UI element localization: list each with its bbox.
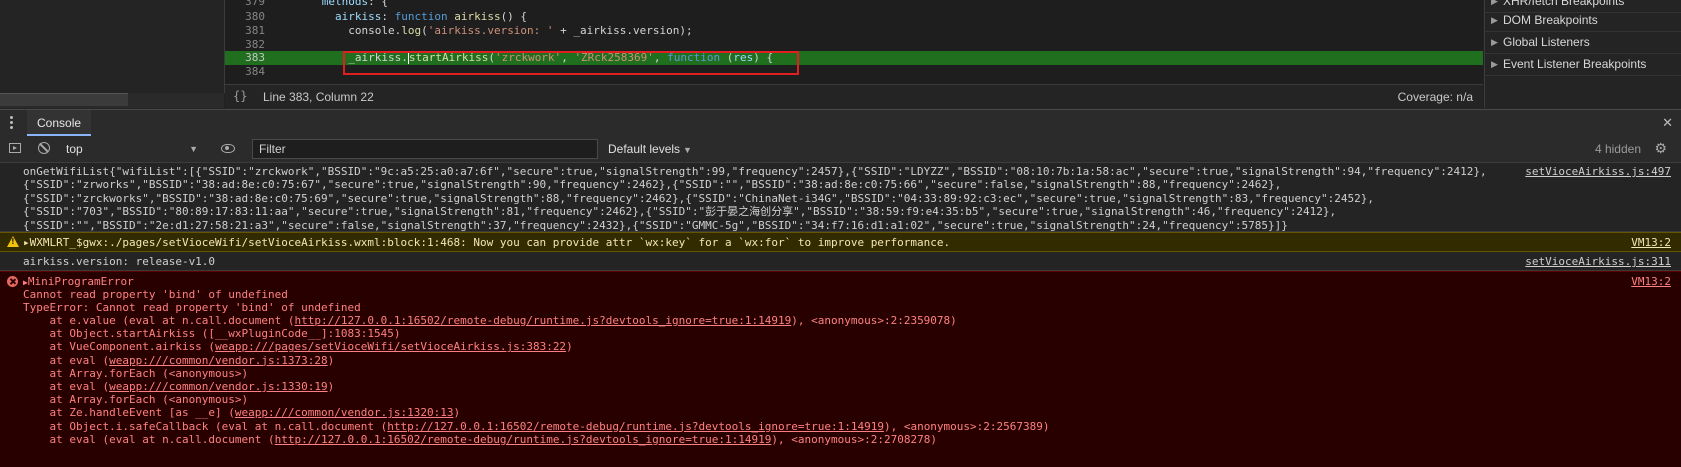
annotation-highlight-box <box>343 51 799 75</box>
expand-triangle-icon: ▶ <box>1491 15 1498 25</box>
navigator-horizontal-scrollbar[interactable] <box>0 93 128 106</box>
code-token: airkiss <box>454 10 501 23</box>
code-token: log <box>401 24 422 37</box>
line-number[interactable]: 383 <box>225 51 265 65</box>
wifi-list-line: {"SSID":"zrckworks","BSSID":"38:ad:8e:c0… <box>23 191 1375 205</box>
code-text: console.log('airkiss.version: ' + _airki… <box>282 24 693 38</box>
expand-triangle-icon: ▶ <box>1491 37 1498 47</box>
code-token: : <box>381 10 395 23</box>
context-selector-value: top <box>66 142 83 156</box>
line-number[interactable]: 380 <box>225 10 265 24</box>
code-line[interactable]: 379 methods: { <box>225 0 1483 9</box>
line-number[interactable]: 384 <box>225 65 265 79</box>
tab-console[interactable]: Console <box>27 110 92 136</box>
stack-frame: at VueComponent.airkiss (weapp:///pages/… <box>23 340 573 354</box>
code-token: console. <box>348 24 402 37</box>
stack-frame: at eval (weapp:///common/vendor.js:1330:… <box>23 380 335 393</box>
file-navigator-pane <box>0 0 225 93</box>
code-line[interactable]: 380 airkiss: function airkiss() { <box>225 10 1483 24</box>
code-token: function <box>394 10 455 23</box>
editor-status-bar: {} Line 383, Column 22 Coverage: n/a <box>225 84 1483 109</box>
wifi-list-line: {"SSID":"","BSSID":"2e:d1:27:58:21:a3","… <box>23 218 1288 232</box>
line-number[interactable]: 379 <box>225 0 265 9</box>
stack-frame-link[interactable]: http://127.0.0.1:16502/remote-debug/runt… <box>387 420 884 433</box>
clear-console-icon[interactable] <box>38 142 50 154</box>
dropdown-arrow-icon: ▼ <box>683 145 692 155</box>
stack-frame: at e.value (eval at n.call.document (htt… <box>23 314 957 327</box>
stack-frame: at Array.forEach (<anonymous>) <box>23 366 249 380</box>
debugger-sidebar: ▶ XHR/fetch Breakpoints ▶ DOM Breakpoint… <box>1484 0 1681 108</box>
stack-frame: at Ze.handleEvent [as __e] (weapp:///com… <box>23 406 461 420</box>
code-token: + _airkiss.version); <box>553 24 693 37</box>
error-message: Cannot read property 'bind' of undefined <box>23 288 288 301</box>
code-text: airkiss: function airkiss() { <box>282 10 527 24</box>
code-token: : { <box>368 0 388 8</box>
console-message-error: ▶MiniProgramError VM13:2 Cannot read pro… <box>0 271 1681 467</box>
stack-frame-link[interactable]: http://127.0.0.1:16502/remote-debug/runt… <box>275 433 772 446</box>
console-toolbar: top ▼ Default levels▼ 4 hidden ⚙ <box>0 136 1681 163</box>
console-message-log: onGetWifiList{"wifiList":[{"SSID":"zrckw… <box>0 163 1681 232</box>
log-levels-label: Default levels <box>608 142 681 156</box>
close-icon[interactable]: ✕ <box>1662 115 1673 131</box>
stack-frame: at eval (eval at n.call.document (http:/… <box>23 432 937 446</box>
code-text: methods: { <box>282 0 388 9</box>
stack-frame-link[interactable]: weapp:///common/vendor.js:1320:13 <box>235 406 454 419</box>
sidebar-item-event-listener-breakpoints[interactable]: ▶ Event Listener Breakpoints <box>1485 53 1681 76</box>
source-link[interactable]: VM13:2 <box>1631 236 1671 250</box>
gear-icon[interactable]: ⚙ <box>1654 140 1667 157</box>
warning-icon <box>7 236 19 247</box>
stack-frame: at Array.forEach (<anonymous>) <box>23 393 249 407</box>
coverage-status: Coverage: n/a <box>1397 90 1473 104</box>
stack-frame-link[interactable]: weapp:///common/vendor.js:1373:28 <box>109 354 328 367</box>
wifi-list-line: {"SSID":"zrworks","BSSID":"38:ad:8e:c0:7… <box>23 178 1282 192</box>
source-link[interactable]: VM13:2 <box>1631 275 1671 289</box>
source-link[interactable]: setVioceAirkiss.js:311 <box>1525 255 1671 269</box>
log-levels-dropdown[interactable]: Default levels ▼ <box>608 136 692 162</box>
code-line[interactable]: 382 <box>225 38 1483 52</box>
sidebar-item-label: DOM Breakpoints <box>1503 13 1598 27</box>
console-messages[interactable]: onGetWifiList{"wifiList":[{"SSID":"zrckw… <box>0 163 1681 467</box>
stack-frame-link[interactable]: weapp:///common/vendor.js:1330:19 <box>109 380 328 393</box>
code-token: () { <box>500 10 528 23</box>
sidebar-item-global-listeners[interactable]: ▶ Global Listeners <box>1485 31 1681 54</box>
warning-text[interactable]: ▸WXMLRT_$gwx:./pages/setVioceWifi/setVio… <box>23 236 950 250</box>
line-number[interactable]: 382 <box>225 38 265 52</box>
hidden-messages-count: 4 hidden <box>1594 142 1641 156</box>
live-expression-eye-icon[interactable] <box>221 144 235 153</box>
stack-frame: at Object.startAirkiss ([__wxPluginCode_… <box>23 327 401 341</box>
filter-input[interactable] <box>252 139 598 159</box>
sources-editor-area: 379 methods: {380 airkiss: function airk… <box>0 0 1681 109</box>
line-number[interactable]: 381 <box>225 24 265 38</box>
stack-frame: at Object.i.safeCallback (eval at n.call… <box>23 419 1050 433</box>
cursor-position: Line 383, Column 22 <box>263 90 374 104</box>
context-selector[interactable]: top ▼ <box>66 136 204 162</box>
wifi-list-line: onGetWifiList{"wifiList":[{"SSID":"zrckw… <box>23 165 1487 178</box>
more-tools-icon[interactable] <box>10 116 13 130</box>
code-token: airkiss <box>334 10 382 23</box>
drawer-tab-bar: Console ✕ <box>0 109 1681 137</box>
sidebar-item-dom-breakpoints[interactable]: ▶ DOM Breakpoints <box>1485 9 1681 32</box>
dropdown-arrow-icon: ▼ <box>189 144 198 154</box>
sidebar-item-label: Global Listeners <box>1503 35 1590 49</box>
stack-frame: at eval (weapp:///common/vendor.js:1373:… <box>23 353 335 367</box>
console-message-log: airkiss.version: release-v1.0 setVioceAi… <box>0 252 1681 271</box>
code-token: 'airkiss.version: ' <box>427 24 554 37</box>
pretty-print-icon[interactable]: {} <box>233 89 247 103</box>
console-message-warning: ▸WXMLRT_$gwx:./pages/setVioceWifi/setVio… <box>0 232 1681 252</box>
error-icon <box>7 276 18 287</box>
code-token: ( <box>421 24 428 37</box>
wifi-list-text: onGetWifiList{"wifiList":[{"SSID":"zrckw… <box>23 165 1487 232</box>
sidebar-item-label: Event Listener Breakpoints <box>1503 57 1647 71</box>
console-sidebar-toggle-icon[interactable] <box>9 143 21 153</box>
code-token: methods <box>321 0 369 8</box>
stack-frame-link[interactable]: http://127.0.0.1:16502/remote-debug/runt… <box>295 314 792 327</box>
expand-triangle-icon: ▶ <box>1491 59 1498 69</box>
version-text: airkiss.version: release-v1.0 <box>23 255 216 268</box>
stack-frame-link[interactable]: weapp:///pages/setVioceWifi/setVioceAirk… <box>215 340 566 353</box>
source-link[interactable]: setVioceAirkiss.js:497 <box>1525 165 1671 179</box>
error-type-line: TypeError: Cannot read property 'bind' o… <box>23 301 361 314</box>
wifi-list-line: {"SSID":"703","BSSID":"80:89:17:83:11:aa… <box>23 205 1337 219</box>
code-line[interactable]: 381 console.log('airkiss.version: ' + _a… <box>225 24 1483 38</box>
